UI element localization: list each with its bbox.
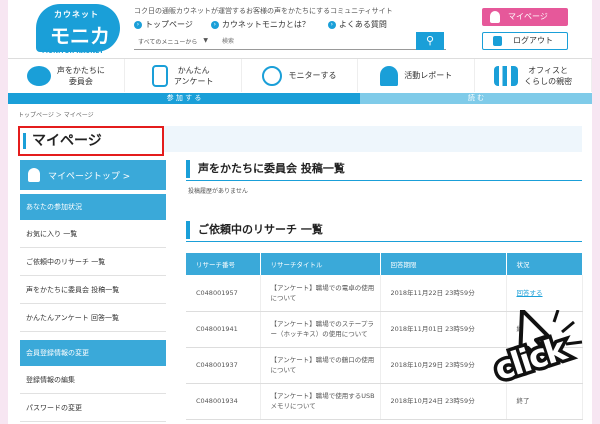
research-id: C048001937 xyxy=(186,347,261,384)
speech-bubble-icon xyxy=(26,65,51,86)
user-icon xyxy=(490,11,500,23)
clipboard-icon xyxy=(151,64,168,87)
sidebar-item-favorites[interactable]: お気に入り 一覧 xyxy=(20,220,166,248)
mypage-button-label: マイページ xyxy=(508,12,548,21)
logo-top-text: カウネット xyxy=(54,10,99,19)
sidebar-item-research[interactable]: ご依頼中のリサーチ 一覧 xyxy=(20,248,166,276)
table-row: C048001957 【アンケート】職場での電卓の使用について 2018年11月… xyxy=(186,275,583,312)
nav-label: オフィスと くらしの親密 xyxy=(524,65,573,86)
research-id: C048001934 xyxy=(186,383,261,420)
link-about[interactable]: › カウネットモニカとは？ xyxy=(210,19,310,30)
bar-chart-icon xyxy=(494,65,519,86)
lock-icon xyxy=(493,36,502,46)
search-button[interactable]: ⚲ xyxy=(416,32,444,50)
research-id: C048001941 xyxy=(186,311,261,348)
search-scope-select[interactable]: すべてのメニューから ▼ xyxy=(134,37,214,46)
site-tagline: コク日の通販カウネットが運営するお客様の声をかたちにするコミュニティサイト xyxy=(134,7,393,15)
link-label: カウネットモニカとは？ xyxy=(221,20,310,29)
column-header: 状況 xyxy=(506,253,583,275)
logout-button[interactable]: ログアウト xyxy=(482,32,568,50)
sidebar-item-survey-answers[interactable]: かんたんアンケート 回答一覧 xyxy=(20,304,166,332)
nav-read-bar: 読 む xyxy=(360,93,592,104)
nav-label: モニターする xyxy=(288,71,337,80)
page: カウネット モニカ MONITOR KAUNET コク日の通販カウネットが運営す… xyxy=(8,0,592,424)
research-title: 【アンケート】職場で使用するUSBメモリについて xyxy=(260,383,381,420)
page-title: マイページ xyxy=(18,126,164,156)
no-posts-message: 投稿履歴がありません xyxy=(188,188,248,195)
nav-label: 声をかたちに 委員会 xyxy=(56,65,105,86)
site-logo[interactable]: カウネット モニカ MONITOR KAUNET xyxy=(36,4,128,56)
link-top-page[interactable]: › トップページ xyxy=(134,19,193,30)
top-links: › トップページ › カウネットモニカとは？ › よくある質問 xyxy=(134,19,387,30)
sidebar-item-voice-posts[interactable]: 声をかたちに委員会 投稿一覧 xyxy=(20,276,166,304)
answer-link[interactable]: 回答する xyxy=(506,275,583,312)
sidebar-section-participation: あなたの参加状況 xyxy=(20,194,166,220)
link-faq[interactable]: › よくある質問 xyxy=(327,19,387,30)
research-title: 【アンケート】職場でのステープラー（ホッチキス）の使用について xyxy=(260,311,381,348)
main-nav: 声をかたちに 委員会 かんたん アンケート モニターする 活動レポート オフィス… xyxy=(8,58,592,92)
research-deadline: 2018年11月22日 23時59分 xyxy=(380,275,507,312)
nav-participate-bar: 参 加 す る xyxy=(8,93,360,104)
mypage-button[interactable]: マイページ xyxy=(482,8,568,26)
table-header-row: リサーチ番号 リサーチタイトル 回答期限 状況 xyxy=(186,253,583,275)
logo-main-text: モニカ xyxy=(50,24,110,48)
research-title: 【アンケート】職場での電卓の使用について xyxy=(260,275,381,312)
nav-label: 活動レポート xyxy=(404,71,453,80)
search-input[interactable] xyxy=(214,34,446,49)
nav-item-report[interactable]: 活動レポート xyxy=(358,59,476,92)
link-label: よくある質問 xyxy=(338,20,387,29)
section-title-voice-posts: 声をかたちに委員会 投稿一覧 xyxy=(186,160,582,181)
section-title-research: ご依頼中のリサーチ 一覧 xyxy=(186,221,582,242)
sidebar-mypage-top[interactable]: マイページトップ > xyxy=(20,160,166,190)
search-bar: すべてのメニューから ▼ xyxy=(134,34,446,50)
chevron-right-icon: › xyxy=(210,20,219,29)
click-annotation: click xyxy=(470,310,592,420)
search-scope-label: すべてのメニューから xyxy=(138,39,198,46)
sidebar-item-label: マイページトップ > xyxy=(48,171,131,182)
nav-item-voice[interactable]: 声をかたちに 委員会 xyxy=(8,59,125,92)
sidebar-item-edit-profile[interactable]: 登録情報の編集 xyxy=(20,366,166,394)
chevron-right-icon: › xyxy=(327,20,336,29)
column-header: リサーチタイトル xyxy=(260,253,381,275)
column-header: 回答期限 xyxy=(380,253,507,275)
logo-sub-text: MONITOR KAUNET xyxy=(42,48,104,55)
breadcrumb: トップページ ＞ マイページ xyxy=(18,112,94,119)
sidebar: マイページトップ > あなたの参加状況 お気に入り 一覧 ご依頼中のリサーチ 一… xyxy=(20,160,166,422)
research-id: C048001957 xyxy=(186,275,261,312)
column-header: リサーチ番号 xyxy=(186,253,261,275)
nav-item-office[interactable]: オフィスと くらしの親密 xyxy=(475,59,592,92)
nav-label: かんたん アンケート xyxy=(173,65,214,86)
sidebar-section-account: 会員登録情報の変更 xyxy=(20,340,166,366)
monitor-user-icon xyxy=(262,65,283,86)
nav-item-survey[interactable]: かんたん アンケート xyxy=(125,59,242,92)
logout-button-label: ログアウト xyxy=(513,36,553,45)
person-icon xyxy=(380,65,399,86)
nav-item-monitor[interactable]: モニターする xyxy=(242,59,359,92)
chevron-right-icon: › xyxy=(134,20,142,29)
link-label: トップページ xyxy=(145,20,193,29)
sidebar-item-change-password[interactable]: パスワードの変更 xyxy=(20,394,166,422)
user-icon xyxy=(28,168,40,182)
search-icon: ⚲ xyxy=(425,34,435,47)
dropdown-arrow-icon: ▼ xyxy=(203,37,208,44)
research-title: 【アンケート】職場での鶴口の使用について xyxy=(260,347,381,384)
